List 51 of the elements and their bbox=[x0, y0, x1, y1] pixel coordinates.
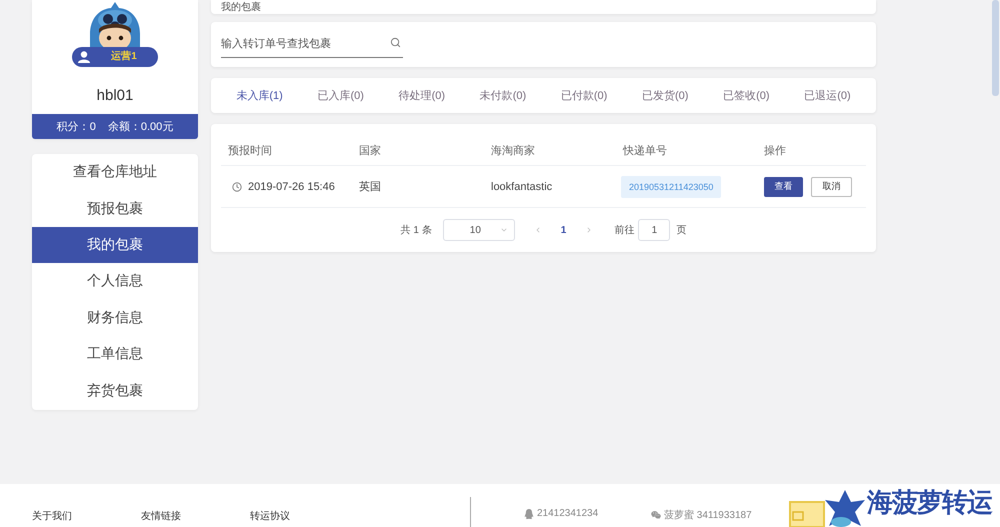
view-button[interactable]: 查看 bbox=[764, 176, 803, 196]
caret-icon bbox=[500, 226, 508, 234]
page-size-select[interactable]: 10 bbox=[442, 219, 515, 241]
goto-label: 前往 bbox=[614, 224, 634, 237]
sidebar-item[interactable]: 我的包裹 bbox=[32, 226, 198, 264]
points-label: 积分：0 bbox=[56, 120, 96, 134]
goto-page-input[interactable]: 1 bbox=[638, 219, 670, 241]
search-field[interactable]: 输入转订单号查找包裹 bbox=[221, 30, 403, 58]
status-tab[interactable]: 已退运(0) bbox=[786, 78, 868, 113]
table-cell-text: 英国 bbox=[359, 180, 381, 194]
page-number[interactable]: 1 bbox=[556, 224, 570, 236]
balance-label: 余额：0.00元 bbox=[108, 120, 174, 134]
status-tab[interactable]: 未付款(0) bbox=[462, 78, 544, 113]
total-count: 共 1 条 bbox=[400, 224, 432, 237]
search-icon[interactable] bbox=[390, 37, 401, 48]
status-tab[interactable]: 已付款(0) bbox=[544, 78, 625, 113]
column-header: 国家 bbox=[358, 144, 381, 158]
badge-label: 运营1 bbox=[111, 51, 137, 63]
username: hbl01 bbox=[96, 86, 134, 106]
status-tab[interactable]: 已签收(0) bbox=[706, 78, 787, 113]
table-cell: lookfantastic bbox=[491, 180, 552, 192]
sidebar-item[interactable]: 财务信息 bbox=[32, 300, 198, 336]
footer-link[interactable]: 友情链接 bbox=[141, 511, 250, 523]
status-tab[interactable]: 已发货(0) bbox=[624, 78, 706, 113]
sidebar-item[interactable]: 预报包裹 bbox=[32, 190, 198, 227]
sidebar-item[interactable]: 工单信息 bbox=[32, 336, 198, 372]
logo-text: 海菠萝转运 bbox=[867, 486, 992, 518]
tracking-number-tag: 20190531211423050 bbox=[621, 176, 722, 198]
scrollbar-thumb[interactable] bbox=[992, 0, 999, 96]
footer-link[interactable]: 转运协议 bbox=[250, 511, 359, 523]
column-header: 海淘商家 bbox=[490, 144, 535, 158]
column-header: 操作 bbox=[763, 144, 786, 158]
column-header: 快递单号 bbox=[622, 144, 667, 158]
contact-text: 菠萝蜜 3411933187 bbox=[664, 508, 752, 522]
logo-icon bbox=[789, 490, 867, 527]
page-suffix: 页 bbox=[676, 224, 686, 237]
status-tab[interactable]: 待处理(0) bbox=[381, 78, 462, 113]
page-title: 我的包裹 bbox=[221, 2, 262, 13]
status-tab[interactable]: 未入库(1) bbox=[219, 78, 300, 113]
penguin-icon bbox=[524, 508, 534, 518]
clock-icon bbox=[232, 182, 242, 192]
sidebar-item[interactable]: 个人信息 bbox=[32, 263, 198, 300]
status-tab[interactable]: 已入库(0) bbox=[300, 78, 382, 113]
contact-text: 21412341234 bbox=[537, 508, 598, 519]
chat-bubbles-icon bbox=[651, 510, 661, 520]
cancel-button[interactable]: 取消 bbox=[811, 176, 852, 196]
column-header: 预报时间 bbox=[227, 144, 272, 158]
sidebar-item[interactable]: 弃货包裹 bbox=[32, 372, 198, 409]
table-cell: 2019-07-26 15:46 bbox=[248, 180, 335, 192]
sidebar-item[interactable]: 查看仓库地址 bbox=[32, 154, 198, 190]
footer-link[interactable]: 关于我们 bbox=[32, 511, 141, 523]
